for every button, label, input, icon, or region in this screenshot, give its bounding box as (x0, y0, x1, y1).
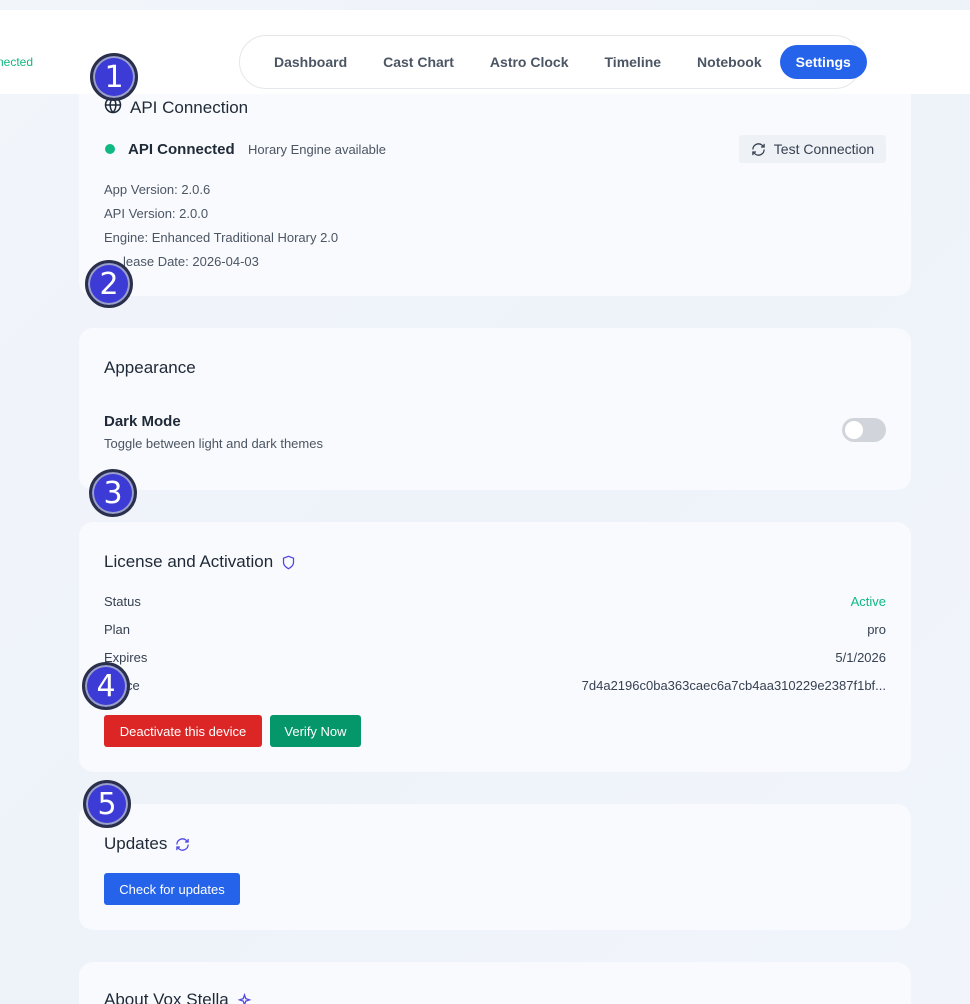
sparkles-icon (237, 992, 252, 1004)
about-title: About Vox Stella (104, 990, 229, 1004)
annotation-badge-4: 4 (82, 662, 130, 710)
check-updates-button[interactable]: Check for updates (104, 873, 240, 905)
dark-mode-description: Toggle between light and dark themes (104, 436, 323, 451)
license-device-row: ce 7d4a2196c0ba363caec6a7cb4aa310229e238… (104, 678, 886, 693)
engine-version: Engine: Enhanced Traditional Horary 2.0 (104, 230, 339, 245)
api-connection-title: API Connection (130, 97, 249, 117)
api-connection-heading: API Connection (104, 96, 248, 119)
plan-value: pro (867, 622, 886, 637)
nav-dashboard[interactable]: Dashboard (256, 45, 365, 79)
shield-icon (283, 555, 295, 569)
refresh-icon (176, 837, 190, 851)
toggle-knob (845, 421, 863, 439)
verify-now-button[interactable]: Verify Now (270, 715, 361, 747)
annotation-badge-2: 2 (85, 260, 133, 308)
license-title: License and Activation (104, 552, 274, 571)
api-connection-card: API Connection API Connected Horary Engi… (79, 94, 911, 296)
status-value: Active (850, 594, 886, 609)
nav-settings[interactable]: Settings (779, 45, 867, 79)
dark-mode-toggle[interactable] (842, 418, 886, 442)
nav-cast-chart[interactable]: Cast Chart (365, 45, 472, 79)
api-version: API Version: 2.0.0 (104, 206, 209, 221)
license-expires-row: Expires 5/1/2026 (104, 650, 886, 665)
test-connection-button[interactable]: Test Connection (739, 135, 886, 163)
license-plan-row: Plan pro (104, 622, 886, 637)
status-label: Status (104, 594, 141, 609)
appearance-card: Appearance Dark Mode Toggle between ligh… (79, 328, 911, 490)
device-value: 7d4a2196c0ba363caec6a7cb4aa310229e2387f1… (581, 678, 886, 693)
test-connection-label: Test Connection (773, 141, 875, 157)
license-card: License and Activation Status Active Pla… (79, 522, 911, 772)
annotation-badge-3: 3 (89, 469, 137, 517)
license-heading: License and Activation (104, 552, 296, 572)
annotation-badge-1: 1 (90, 53, 138, 101)
connection-status-text: nected (0, 55, 34, 69)
about-card: About Vox Stella (79, 962, 911, 1004)
updates-title: Updates (104, 834, 168, 853)
appearance-title: Appearance (104, 358, 196, 377)
plan-label: Plan (104, 622, 131, 637)
status-dot (105, 144, 115, 154)
app-version: App Version: 2.0.6 (104, 182, 211, 197)
updates-card: Updates Check for updates (79, 804, 911, 930)
dark-mode-label: Dark Mode (104, 413, 181, 430)
main-nav: Dashboard Cast Chart Astro Clock Timelin… (239, 35, 867, 89)
license-status-row: Status Active (104, 594, 886, 609)
engine-availability: Horary Engine available (248, 142, 387, 157)
expires-value: 5/1/2026 (835, 650, 886, 665)
nav-astro-clock[interactable]: Astro Clock (472, 45, 587, 79)
refresh-icon (752, 142, 765, 156)
about-heading: About Vox Stella (104, 990, 252, 1004)
nav-notebook[interactable]: Notebook (679, 45, 780, 79)
deactivate-device-button[interactable]: Deactivate this device (104, 715, 262, 747)
updates-heading: Updates (104, 834, 190, 854)
release-date: lease Date: 2026-04-03 (123, 254, 259, 269)
api-status: API Connected (128, 141, 235, 158)
annotation-badge-5: 5 (83, 780, 131, 828)
nav-timeline[interactable]: Timeline (587, 45, 680, 79)
